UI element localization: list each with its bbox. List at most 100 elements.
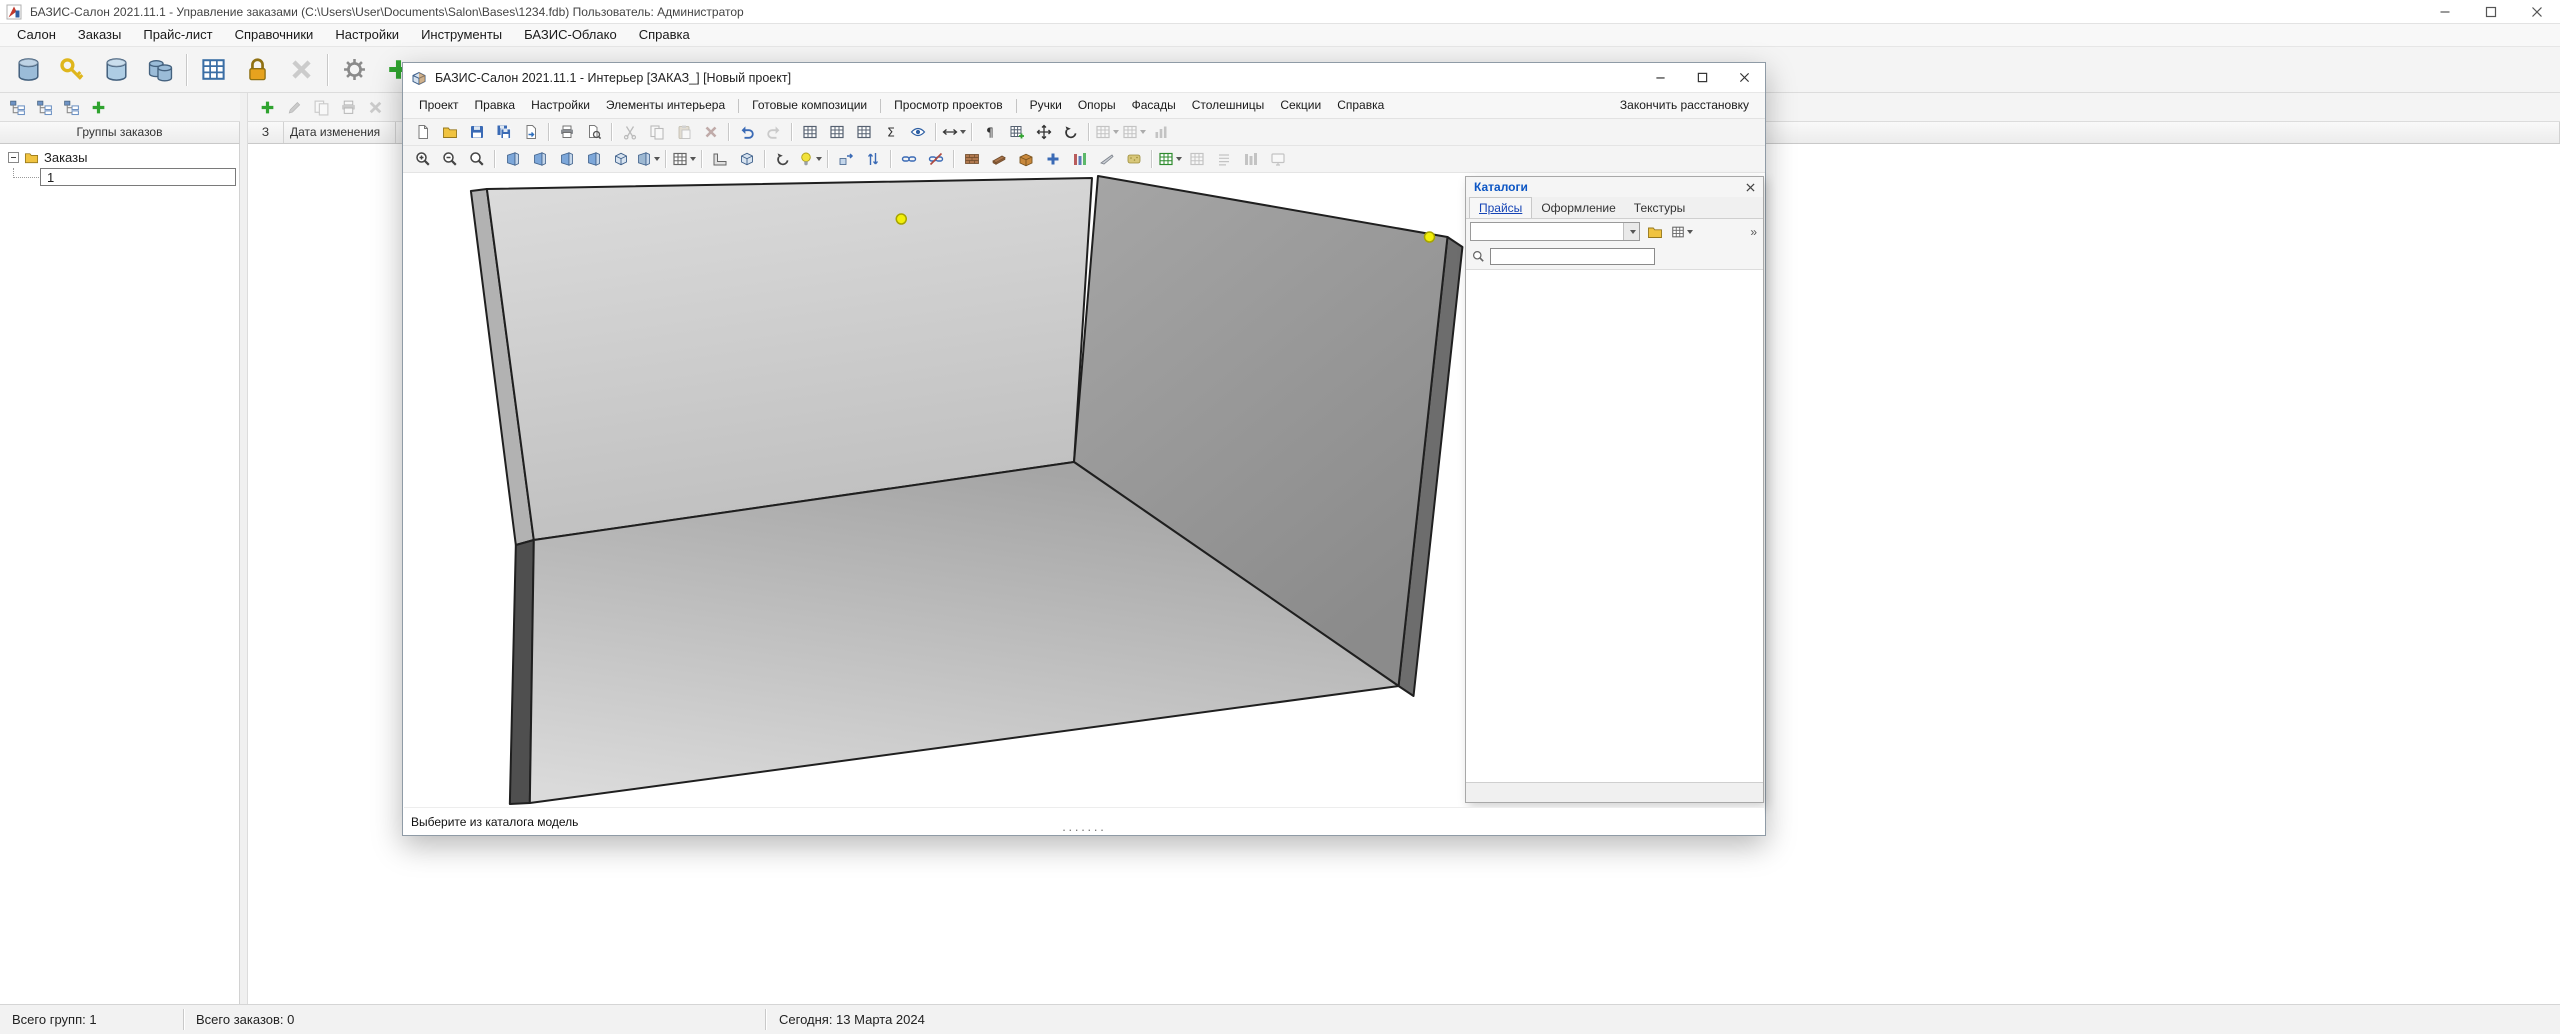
columns-setup-icon[interactable] xyxy=(824,121,849,144)
copy-order-icon[interactable] xyxy=(309,96,334,119)
detach-icon[interactable] xyxy=(923,148,948,171)
menu-pricelist[interactable]: Прайс-лист xyxy=(132,24,223,46)
orders-database-icon[interactable] xyxy=(7,50,49,90)
print-order-icon[interactable] xyxy=(336,96,361,119)
finish-arrangement-button[interactable]: Закончить расстановку xyxy=(1612,93,1757,118)
undo-icon[interactable] xyxy=(734,121,759,144)
save-icon[interactable] xyxy=(464,121,489,144)
light-icon[interactable] xyxy=(797,148,822,171)
view-mode-icon[interactable] xyxy=(635,148,660,171)
tree-levels-icon[interactable] xyxy=(59,96,84,119)
menu-help[interactable]: Справка xyxy=(1329,93,1392,118)
copy-icon[interactable] xyxy=(644,121,669,144)
tab-design[interactable]: Оформление xyxy=(1532,198,1624,218)
tab-textures[interactable]: Текстуры xyxy=(1625,198,1695,218)
open-project-icon[interactable] xyxy=(437,121,462,144)
panel-splitter[interactable] xyxy=(240,93,248,1004)
column-header-modified[interactable]: Дата изменения xyxy=(284,122,396,143)
orbit-rotate-icon[interactable] xyxy=(770,148,795,171)
tab-prices[interactable]: Прайсы xyxy=(1469,197,1532,218)
spec-gray-icon[interactable] xyxy=(1184,148,1209,171)
attach-icon[interactable] xyxy=(896,148,921,171)
new-project-icon[interactable] xyxy=(410,121,435,144)
room-contour-icon[interactable] xyxy=(734,148,759,171)
overflow-chevron-icon[interactable]: » xyxy=(1750,225,1759,239)
maximize-button[interactable] xyxy=(2468,0,2514,23)
add-construct-icon[interactable] xyxy=(1040,148,1065,171)
report-chart-icon[interactable] xyxy=(1148,121,1173,144)
zoom-out-icon[interactable] xyxy=(437,148,462,171)
catalog-search-input[interactable] xyxy=(1490,248,1655,265)
maximize-button[interactable] xyxy=(1681,63,1723,92)
paste-icon[interactable] xyxy=(671,121,696,144)
databases-copy-icon[interactable] xyxy=(139,50,181,90)
open-catalog-icon[interactable] xyxy=(1643,222,1667,241)
tree-node-selected-group[interactable]: 1 xyxy=(40,168,236,186)
order-table-icon[interactable] xyxy=(797,121,822,144)
tools-settings-icon[interactable] xyxy=(333,50,375,90)
delete-icon[interactable] xyxy=(698,121,723,144)
list-icon[interactable] xyxy=(1211,148,1236,171)
menu-countertops[interactable]: Столешницы xyxy=(1184,93,1273,118)
menu-orders[interactable]: Заказы xyxy=(67,24,132,46)
menu-settings[interactable]: Настройки xyxy=(324,24,410,46)
dimensions-icon[interactable] xyxy=(941,121,966,144)
menu-help[interactable]: Справка xyxy=(628,24,701,46)
save-all-icon[interactable] xyxy=(491,121,516,144)
column-header-flag[interactable]: З xyxy=(248,122,284,143)
grid-step-icon[interactable] xyxy=(671,148,696,171)
price-table-icon[interactable] xyxy=(192,50,234,90)
menu-edit[interactable]: Правка xyxy=(467,93,524,118)
board-icon[interactable] xyxy=(986,148,1011,171)
materials-icon[interactable] xyxy=(1067,148,1092,171)
minimize-button[interactable] xyxy=(1639,63,1681,92)
edit-order-icon[interactable] xyxy=(282,96,307,119)
box-element-icon[interactable] xyxy=(1013,148,1038,171)
cutter-icon[interactable] xyxy=(1094,148,1119,171)
view-room-icon[interactable] xyxy=(608,148,633,171)
menu-sections[interactable]: Секции xyxy=(1272,93,1329,118)
view-eye-icon[interactable] xyxy=(905,121,930,144)
menu-cloud[interactable]: БАЗИС-Облако xyxy=(513,24,628,46)
catalog-view-icon[interactable] xyxy=(1670,222,1694,241)
insert-table-icon[interactable] xyxy=(1004,121,1029,144)
spec-table-icon[interactable] xyxy=(1157,148,1182,171)
menu-facades[interactable]: Фасады xyxy=(1124,93,1184,118)
print-icon[interactable] xyxy=(554,121,579,144)
material-brick-icon[interactable] xyxy=(959,148,984,171)
print-preview-icon[interactable] xyxy=(581,121,606,144)
menu-handles[interactable]: Ручки xyxy=(1022,93,1070,118)
view-top-icon[interactable] xyxy=(554,148,579,171)
view-left-icon[interactable] xyxy=(527,148,552,171)
price-database-icon[interactable] xyxy=(95,50,137,90)
add-order-icon[interactable] xyxy=(255,96,280,119)
collapse-tree-icon[interactable] xyxy=(32,96,57,119)
catalog-select[interactable] xyxy=(1470,222,1640,241)
menu-settings[interactable]: Настройки xyxy=(523,93,598,118)
specification-icon[interactable] xyxy=(851,121,876,144)
redo-icon[interactable] xyxy=(761,121,786,144)
snap-icon[interactable] xyxy=(1121,121,1146,144)
collapse-node-icon[interactable] xyxy=(8,152,19,163)
rotate-icon[interactable] xyxy=(1058,121,1083,144)
monitor-icon[interactable] xyxy=(1265,148,1290,171)
lock-icon[interactable] xyxy=(236,50,278,90)
sponge-icon[interactable] xyxy=(1121,148,1146,171)
key-icon[interactable] xyxy=(51,50,93,90)
menu-directories[interactable]: Справочники xyxy=(224,24,325,46)
expand-tree-icon[interactable] xyxy=(5,96,30,119)
menu-supports[interactable]: Опоры xyxy=(1070,93,1124,118)
minimize-button[interactable] xyxy=(2422,0,2468,23)
menu-salon[interactable]: Салон xyxy=(6,24,67,46)
close-button[interactable] xyxy=(2514,0,2560,23)
chevron-down-icon[interactable] xyxy=(1623,223,1639,240)
align-icon[interactable] xyxy=(1094,121,1119,144)
close-icon[interactable] xyxy=(1742,180,1758,195)
close-button[interactable] xyxy=(1723,63,1765,92)
catalog-list-area[interactable] xyxy=(1466,269,1763,782)
close-order-icon[interactable] xyxy=(280,50,322,90)
walls-icon[interactable] xyxy=(707,148,732,171)
text-note-icon[interactable]: ¶ xyxy=(977,121,1002,144)
view-axon-icon[interactable] xyxy=(581,148,606,171)
resize-grip[interactable] xyxy=(1062,826,1106,835)
